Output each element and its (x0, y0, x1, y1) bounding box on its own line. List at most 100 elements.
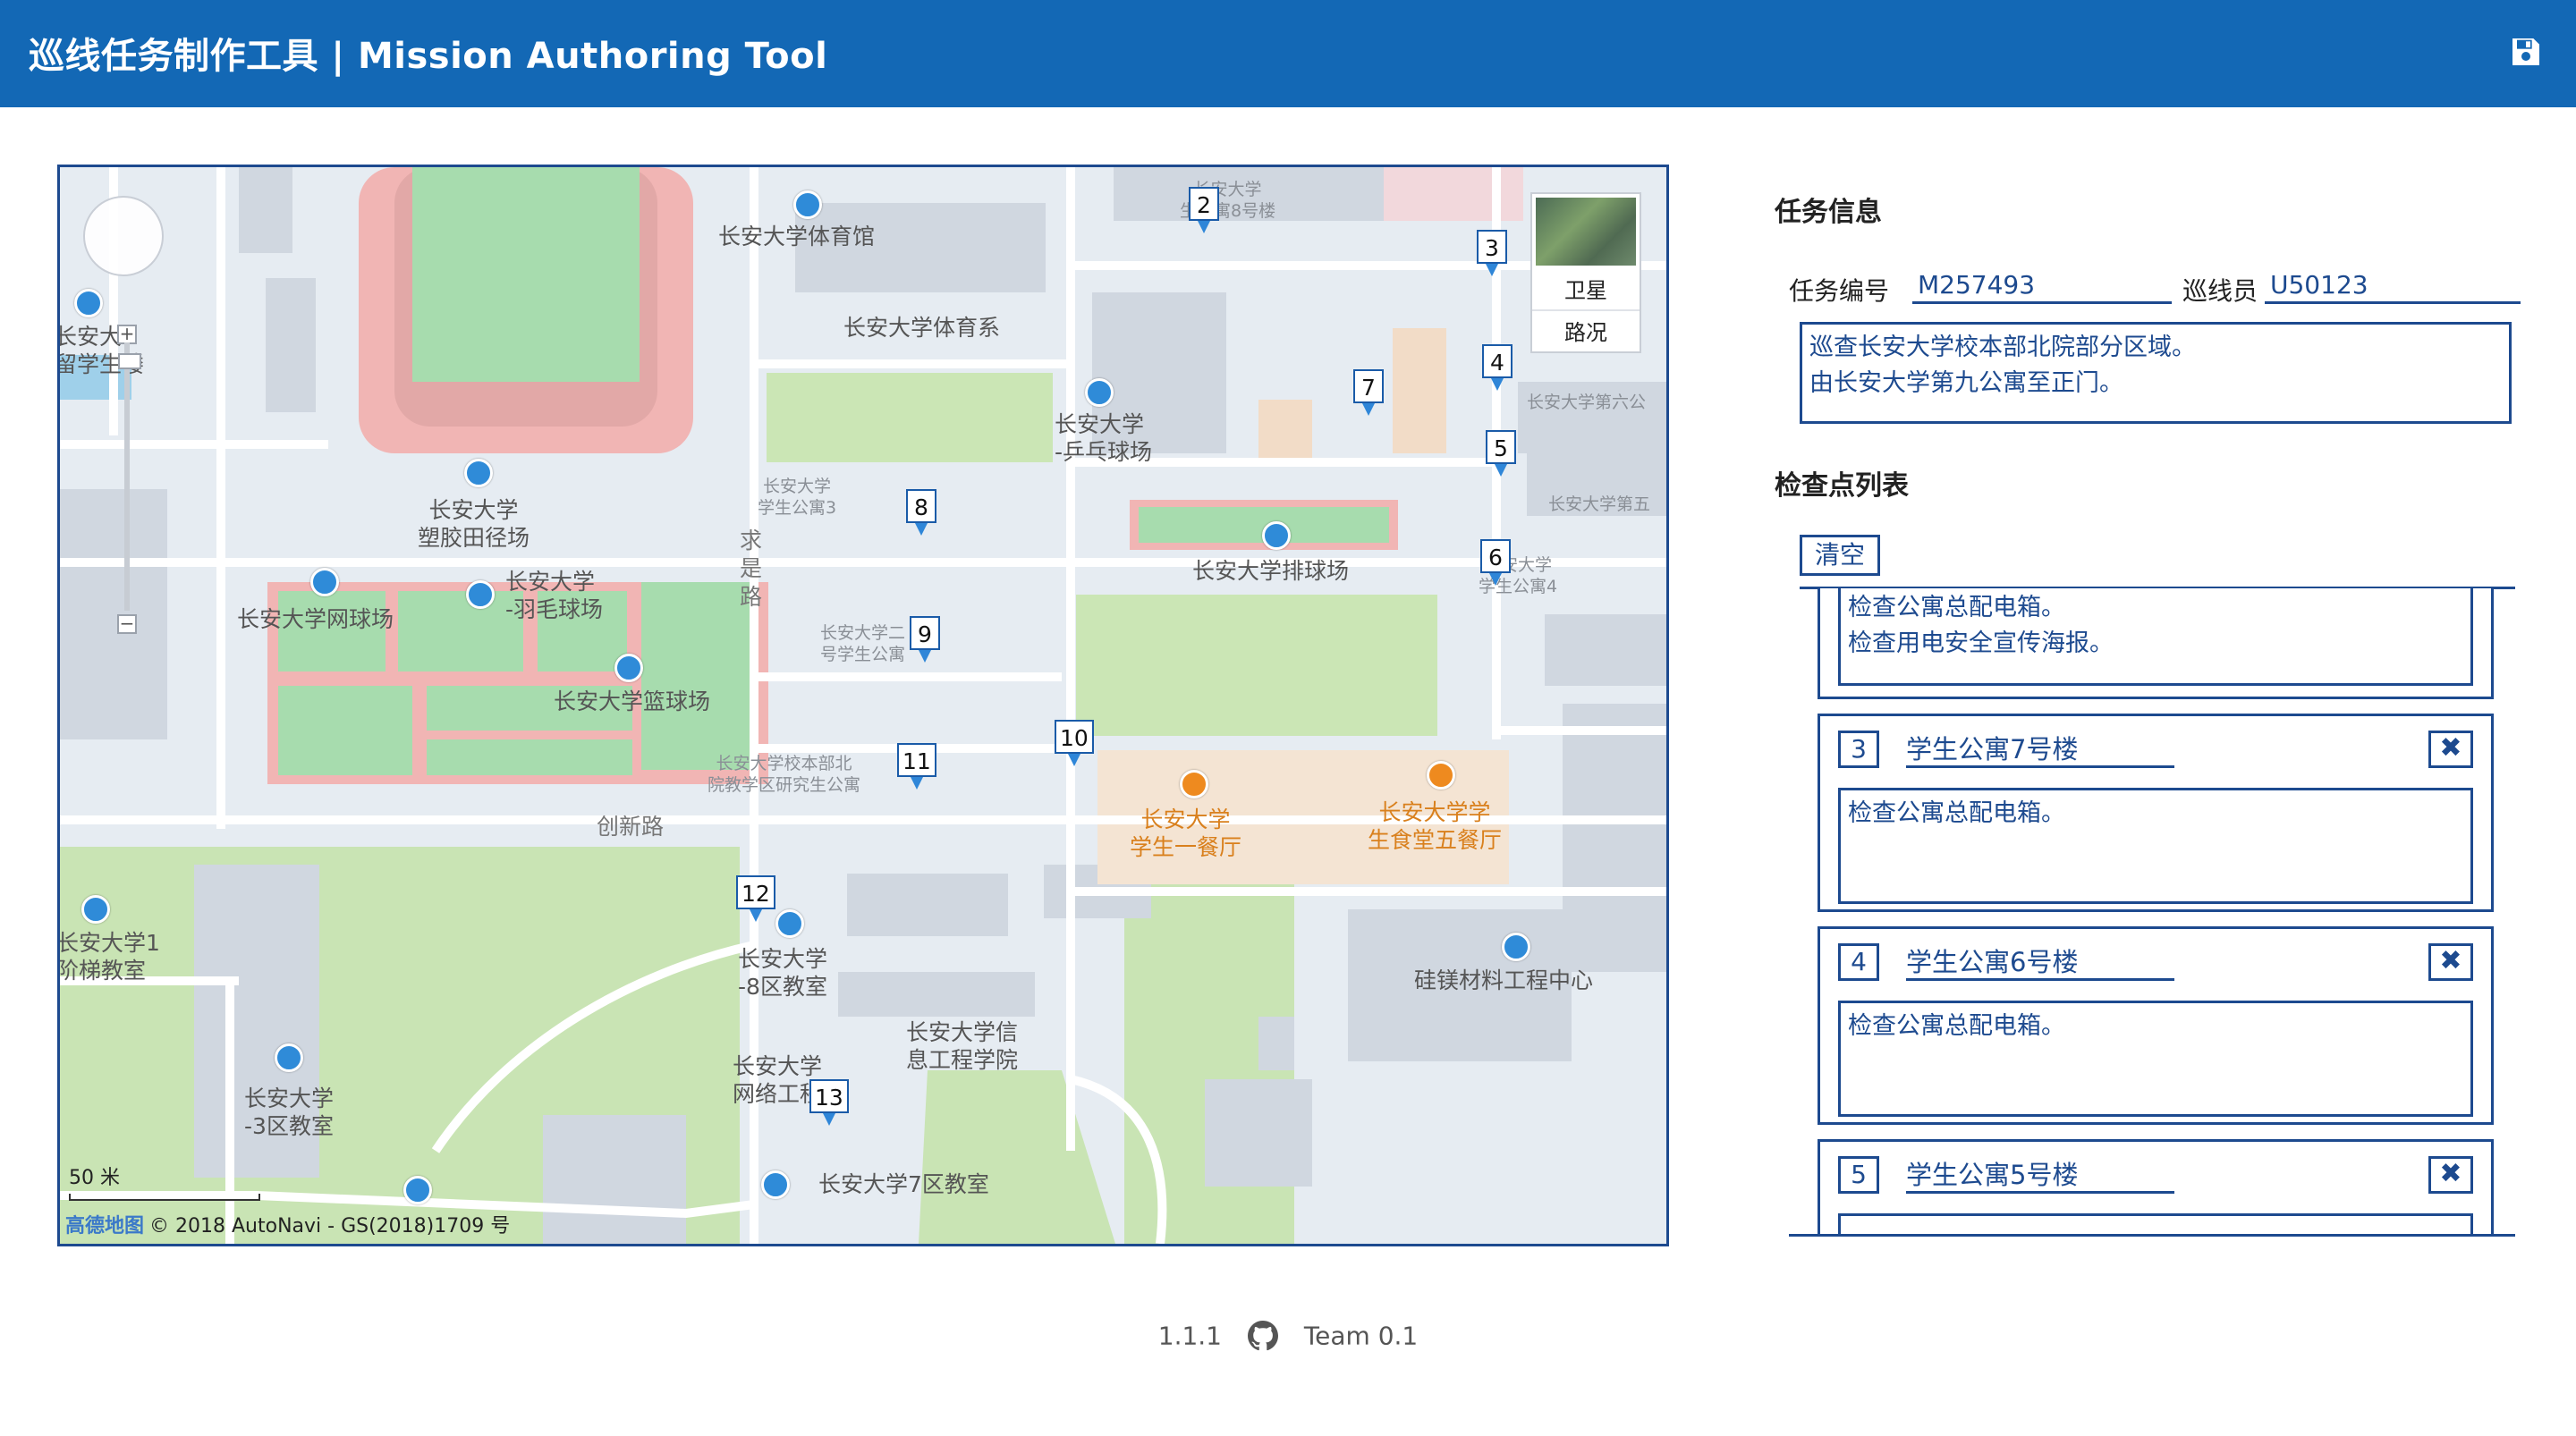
canteen1-poi-icon[interactable] (1180, 770, 1208, 798)
github-icon[interactable] (1247, 1321, 1278, 1351)
checkpoint-list[interactable]: 检查公寓总配电箱。 检查用电安全宣传海报。 3 学生公寓7号楼 ✖ 检查公寓总配… (1818, 588, 2497, 1234)
label-canteen5: 长安大学学 生食堂五餐厅 (1368, 799, 1503, 854)
checkpoint-name-input[interactable]: 学生公寓5号楼 (1906, 1154, 2174, 1194)
label-basketball: 长安大学篮球场 (554, 688, 711, 714)
route-marker[interactable]: 13 (809, 1079, 849, 1126)
mission-info-title: 任务信息 (1775, 197, 1882, 228)
delete-checkpoint-icon[interactable]: ✖ (2428, 1156, 2473, 1194)
list-bottom-divider (1789, 1234, 2515, 1237)
label-classroom8: 长安大学 -8区教室 (738, 946, 828, 1001)
route-marker[interactable]: 10 (1055, 720, 1094, 766)
attribution-text: © 2018 AutoNavi - GS(2018)1709 号 (149, 1215, 511, 1237)
badminton-poi-icon[interactable] (466, 580, 495, 609)
inspector-id-input[interactable]: U50123 (2265, 270, 2521, 304)
delete-checkpoint-icon[interactable]: ✖ (2428, 943, 2473, 981)
label-classroom3: 长安大学 -3区教室 (244, 1085, 335, 1140)
volleyball-poi-icon[interactable] (1262, 521, 1291, 550)
intl-poi-icon[interactable] (74, 289, 103, 317)
route-marker[interactable]: 3 (1477, 230, 1507, 276)
label-dorm5-r: 长安大学第五 (1548, 494, 1651, 514)
route-marker[interactable]: 6 (1480, 539, 1511, 586)
map-scale: 50 米 (69, 1161, 260, 1201)
building-poi-icon[interactable] (403, 1176, 432, 1204)
map-view[interactable]: 长安大学体育馆 长安大学体育系 长安大学 塑胶田径场 长安大学网球场 长安大学 … (57, 165, 1669, 1246)
stairs1-poi-icon[interactable] (81, 895, 110, 924)
inspector-label: 巡线员 (2182, 276, 2258, 306)
label-classroom7: 长安大学7区教室 (818, 1171, 989, 1197)
canteen5-poi-icon[interactable] (1427, 761, 1455, 790)
pingpong-poi-icon[interactable] (1085, 378, 1114, 407)
zoom-slider-handle[interactable] (118, 353, 141, 369)
version-text: 1.1.1 (1157, 1321, 1222, 1351)
save-icon[interactable] (2508, 34, 2544, 70)
checkpoint-note-textarea[interactable]: 检查公寓总配电箱。 检查用电安全宣传海报。 (1838, 588, 2473, 686)
label-track: 长安大学 塑胶田径场 (418, 497, 530, 552)
checkpoint-list-title: 检查点列表 (1775, 470, 1909, 502)
route-marker[interactable]: 12 (736, 875, 775, 922)
satellite-layer-toggle[interactable]: 卫星 (1532, 269, 1640, 309)
layer-switcher: 卫星 路况 (1530, 192, 1641, 353)
route-marker[interactable]: 5 (1486, 430, 1516, 477)
delete-checkpoint-icon[interactable]: ✖ (2428, 731, 2473, 768)
silicon-poi-icon[interactable] (1502, 933, 1530, 961)
traffic-layer-toggle[interactable]: 路况 (1532, 309, 1640, 351)
label-pingpong: 长安大学 -乒乓球场 (1055, 411, 1153, 466)
mission-id-input[interactable]: M257493 (1912, 270, 2172, 304)
label-dorm-small: 长安大学二 号学生公寓 (820, 623, 906, 664)
mission-panel: 任务信息 任务编号 M257493 巡线员 U50123 巡查长安大学校本部北院… (1771, 165, 2522, 1237)
checkpoint-name-input[interactable]: 学生公寓7号楼 (1906, 729, 2174, 768)
label-research: 长安大学校本部北 院教学区研究生公寓 (708, 754, 861, 795)
checkpoint-card-partial: 检查公寓总配电箱。 检查用电安全宣传海报。 (1818, 588, 2494, 699)
checkpoint-note-textarea[interactable] (1838, 1213, 2473, 1234)
checkpoint-number: 5 (1838, 1156, 1879, 1194)
label-gym: 长安大学体育馆 (718, 224, 876, 249)
label-volleyball: 长安大学排球场 (1192, 558, 1350, 584)
checkpoint-card: 3 学生公寓7号楼 ✖ 检查公寓总配电箱。 (1818, 714, 2494, 912)
app-title: 巡线任务制作工具 | Mission Authoring Tool (29, 36, 828, 77)
checkpoint-name-input[interactable]: 学生公寓6号楼 (1906, 942, 2174, 981)
track-poi-icon[interactable] (464, 459, 493, 487)
label-pe-dept: 长安大学体育系 (843, 315, 1001, 341)
footer: 1.1.1 Team 0.1 (0, 1320, 2576, 1351)
zoom-in-button[interactable]: + (117, 325, 137, 344)
label-dorm3: 长安大学 学生公寓3 (758, 477, 837, 518)
mission-id-label: 任务编号 (1789, 276, 1890, 306)
gym-poi-icon[interactable] (793, 190, 822, 219)
mission-description-textarea[interactable]: 巡查长安大学校本部北院部分区域。 由长安大学第九公寓至正门。 (1800, 322, 2512, 424)
tennis-poi-icon[interactable] (310, 568, 339, 596)
scale-label: 50 米 (69, 1167, 120, 1189)
label-stairs1: 长安大学1 阶梯教室 (57, 930, 160, 984)
label-network: 长安大学 网络工程 (733, 1053, 823, 1108)
route-marker[interactable]: 11 (897, 743, 936, 790)
route-marker[interactable]: 7 (1353, 369, 1384, 416)
map-pan-control[interactable] (83, 196, 164, 276)
classroom3-poi-icon[interactable] (275, 1043, 303, 1072)
label-infoschool: 长安大学信 息工程学院 (906, 1019, 1019, 1074)
route-marker[interactable]: 8 (906, 489, 936, 536)
label-silicon: 硅镁材料工程中心 (1414, 967, 1594, 993)
zoom-slider-track[interactable] (124, 342, 130, 611)
clear-checkpoints-button[interactable]: 清空 (1800, 535, 1881, 576)
route-marker[interactable]: 4 (1482, 344, 1513, 391)
checkpoint-number: 3 (1838, 731, 1879, 768)
checkpoint-card: 4 学生公寓6号楼 ✖ 检查公寓总配电箱。 (1818, 926, 2494, 1125)
checkpoint-note-textarea[interactable]: 检查公寓总配电箱。 (1838, 788, 2473, 904)
label-road-chuangxin: 创新路 (597, 814, 665, 840)
app-header: 巡线任务制作工具 | Mission Authoring Tool (0, 0, 2576, 107)
label-dorm6-r: 长安大学第六公 (1527, 393, 1647, 412)
label-badminton: 长安大学 -羽毛球场 (505, 569, 604, 623)
map-attribution: 高德地图 © 2018 AutoNavi - GS(2018)1709 号 (65, 1210, 510, 1238)
basketball-poi-icon[interactable] (614, 654, 643, 682)
checkpoint-note-textarea[interactable]: 检查公寓总配电箱。 (1838, 1001, 2473, 1117)
label-tennis: 长安大学网球场 (237, 606, 394, 632)
satellite-thumbnail[interactable] (1536, 198, 1636, 266)
amap-logo[interactable]: 高德地图 (65, 1215, 144, 1237)
checkpoint-number: 4 (1838, 943, 1879, 981)
label-canteen1: 长安大学 学生一餐厅 (1130, 807, 1242, 861)
route-marker[interactable]: 2 (1189, 187, 1219, 233)
classroom8-poi-icon[interactable] (775, 909, 804, 938)
zoom-out-button[interactable]: − (117, 614, 137, 634)
mission-id-row: 任务编号 M257493 巡线员 U50123 (1787, 263, 2521, 317)
route-marker[interactable]: 9 (910, 616, 940, 663)
classroom7-poi-icon[interactable] (761, 1170, 790, 1199)
